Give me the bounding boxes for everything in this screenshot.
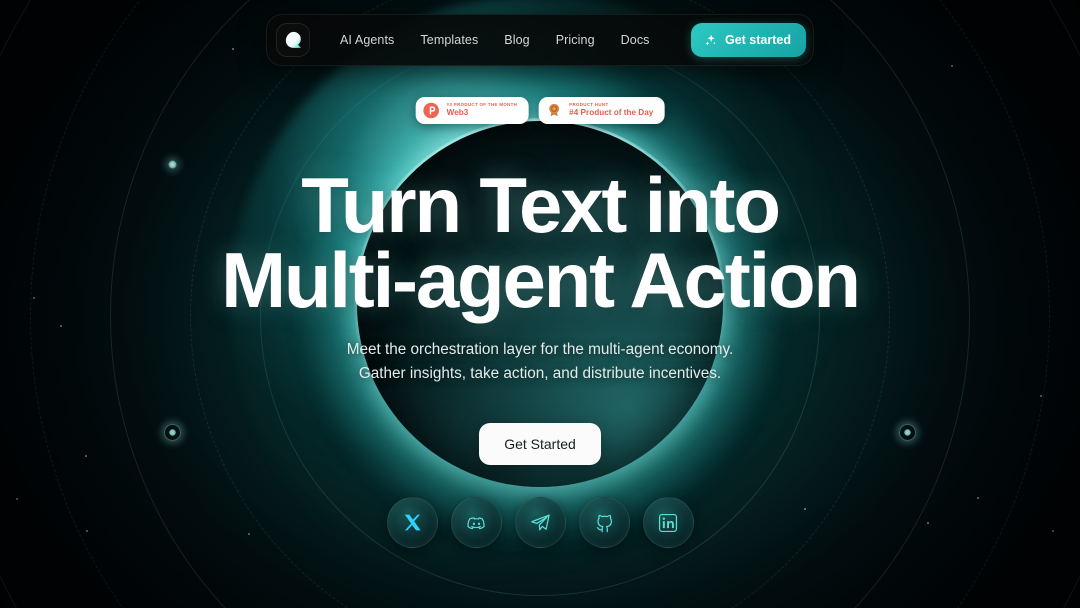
landing-page-hero: AI Agents Templates Blog Pricing Docs Ge…: [0, 0, 1080, 608]
star: [232, 48, 234, 50]
hero-get-started-button[interactable]: Get Started: [479, 423, 601, 465]
brand-logo[interactable]: [276, 23, 310, 57]
social-link-linkedin[interactable]: [642, 497, 694, 548]
social-links: [0, 497, 1080, 548]
badge-product-of-the-month[interactable]: #3 PRODUCT OF THE MONTH Web3: [415, 97, 529, 124]
hero-cta-wrapper: Get Started: [0, 423, 1080, 465]
telegram-icon: [530, 514, 550, 531]
award-badges: #3 PRODUCT OF THE MONTH Web3 PRODUCT HUN…: [415, 97, 665, 124]
badge-text-block: #3 PRODUCT OF THE MONTH Web3: [446, 102, 518, 118]
nav-link-blog[interactable]: Blog: [504, 33, 529, 47]
subtitle-line-1: Meet the orchestration layer for the mul…: [346, 341, 734, 358]
product-hunt-medal-icon: [545, 102, 562, 119]
nav-link-templates[interactable]: Templates: [420, 33, 478, 47]
x-twitter-icon: [404, 514, 421, 531]
star: [60, 325, 62, 327]
star: [951, 65, 953, 67]
nav-links: AI Agents Templates Blog Pricing Docs: [340, 33, 691, 47]
top-navbar: AI Agents Templates Blog Pricing Docs Ge…: [266, 14, 814, 66]
badge-text-block: PRODUCT HUNT #4 Product of the Day: [569, 102, 654, 118]
social-link-x-twitter[interactable]: [386, 497, 438, 548]
page-title: Turn Text into Multi-agent Action: [0, 166, 1080, 324]
badge-product-of-the-day[interactable]: PRODUCT HUNT #4 Product of the Day: [538, 97, 665, 124]
headline-line-2: Multi-agent Action: [221, 235, 861, 324]
star: [1040, 395, 1042, 397]
badge-title: Web3: [446, 108, 469, 118]
nav-link-docs[interactable]: Docs: [621, 33, 650, 47]
hero-subtitle: Meet the orchestration layer for the mul…: [0, 338, 1080, 385]
nav-link-pricing[interactable]: Pricing: [556, 33, 595, 47]
social-link-github[interactable]: [578, 497, 630, 548]
subtitle-line-2: Gather insights, take action, and distri…: [358, 364, 722, 382]
product-hunt-p-icon: [423, 102, 440, 119]
badge-kicker: PRODUCT HUNT: [569, 102, 609, 108]
blob-logo-icon: [285, 31, 301, 48]
linkedin-icon: [658, 513, 678, 532]
sparkle-icon: [705, 34, 716, 45]
discord-icon: [466, 517, 485, 530]
badge-title: #4 Product of the Day: [569, 108, 654, 118]
nav-link-ai-agents[interactable]: AI Agents: [340, 33, 394, 47]
nav-get-started-button[interactable]: Get started: [691, 23, 806, 57]
social-link-discord[interactable]: [450, 497, 502, 548]
nav-cta-label: Get started: [725, 33, 791, 47]
badge-kicker: #3 PRODUCT OF THE MONTH: [446, 102, 518, 108]
github-icon: [596, 514, 612, 533]
social-link-telegram[interactable]: [514, 497, 566, 548]
